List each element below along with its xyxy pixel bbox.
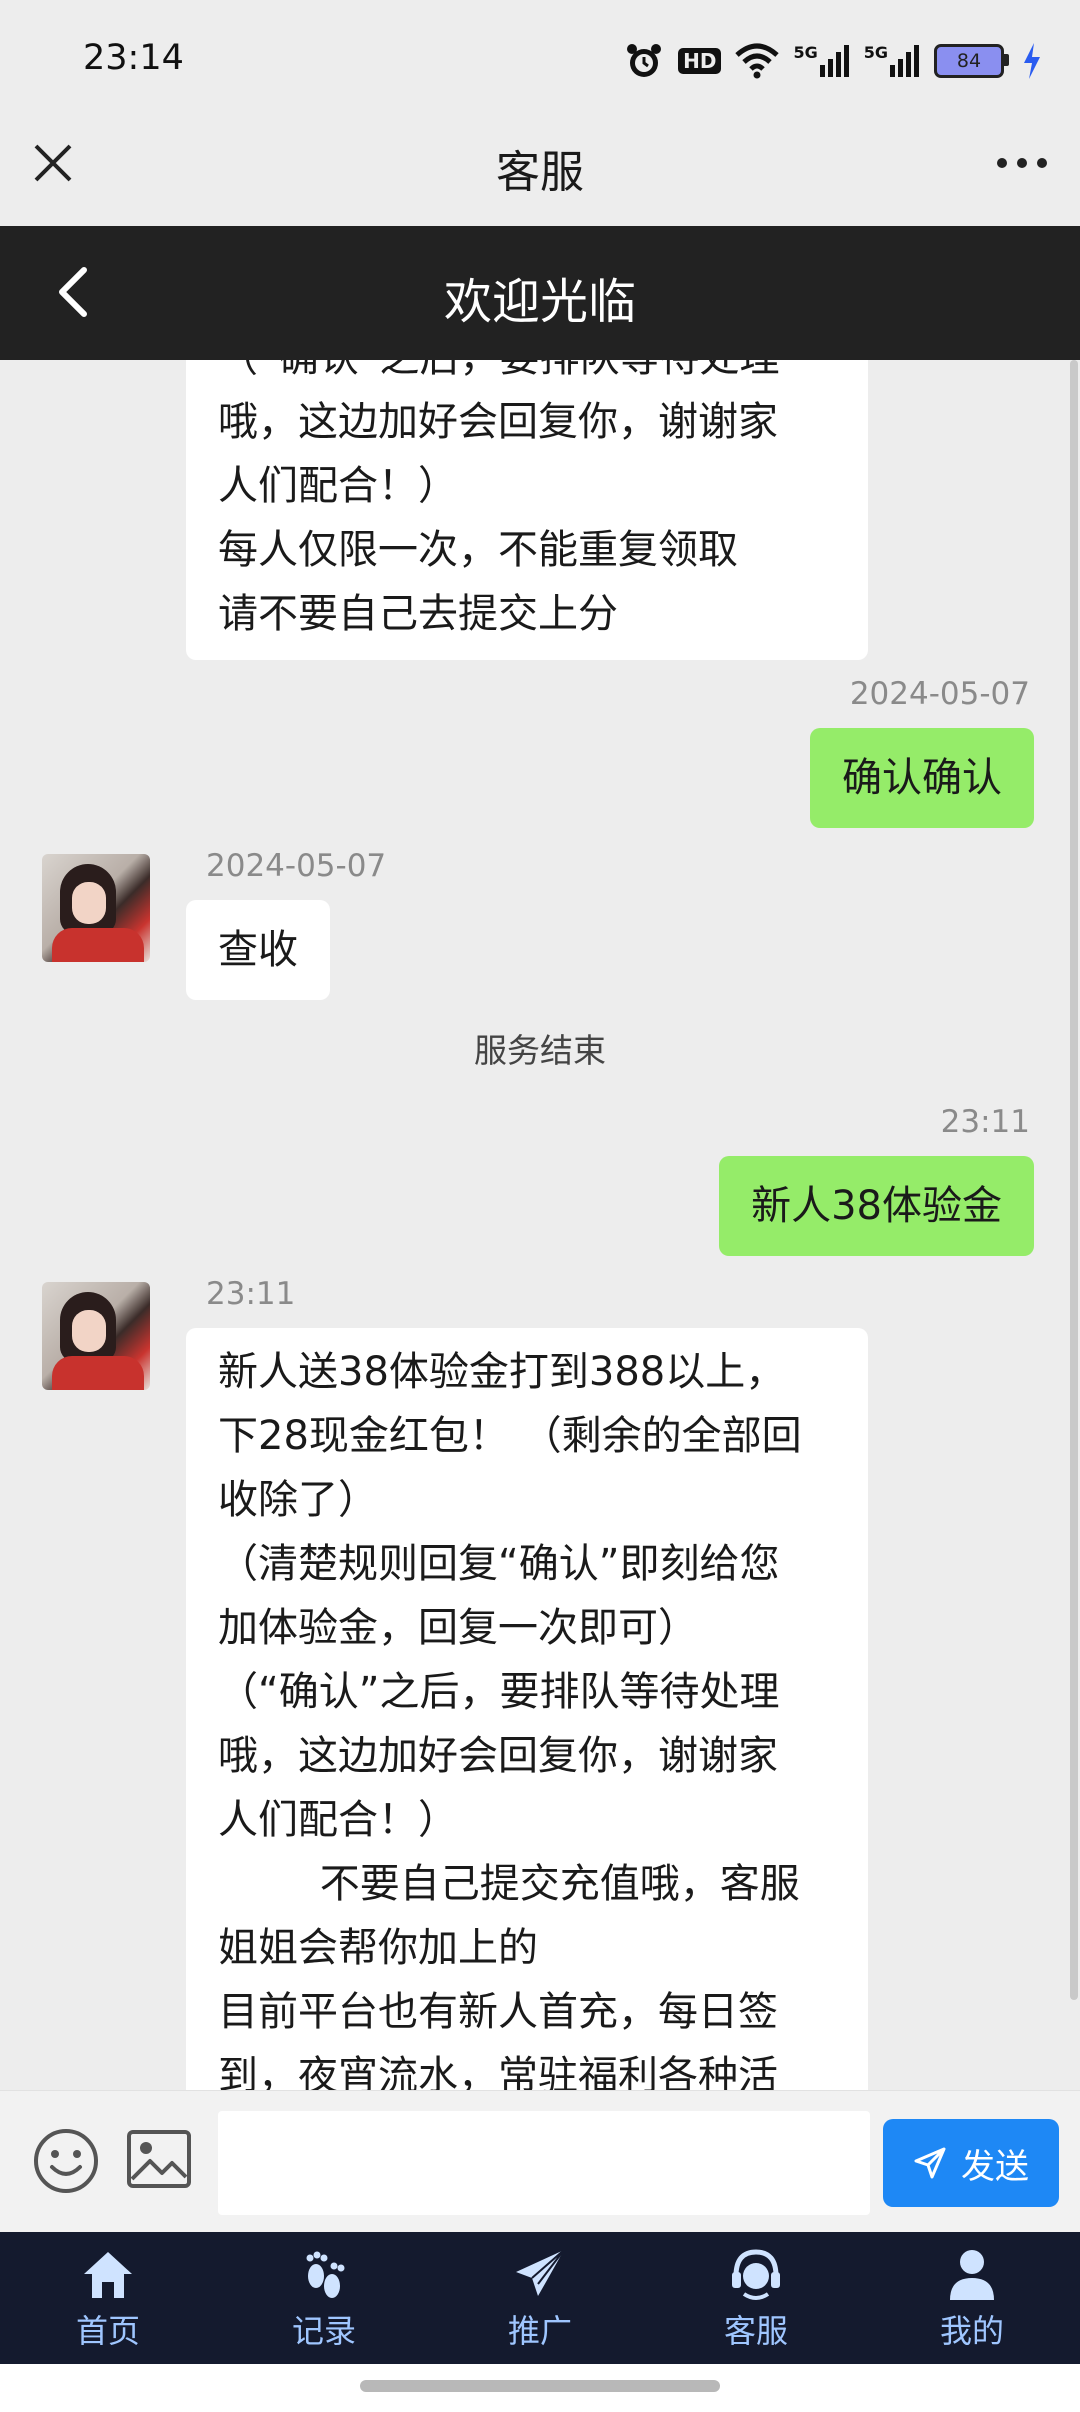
- message-timestamp: 23:11: [206, 1276, 296, 1312]
- nav-item-records[interactable]: 记录: [216, 2232, 432, 2364]
- battery-level: 84: [956, 50, 982, 72]
- chat-area[interactable]: （“确认”之后，要排队等待处理 哦，这边加好会回复你，谢谢家 人们配合！） 每人…: [0, 360, 1080, 2090]
- footprint-icon: [306, 2251, 345, 2298]
- message-text: 新人38体验金: [751, 1183, 1002, 1229]
- home-icon: [84, 2252, 132, 2298]
- message-line: 请不要自己去提交上分: [218, 591, 618, 637]
- avatar[interactable]: [42, 854, 150, 962]
- message-timestamp: 2024-05-07: [849, 676, 1030, 712]
- message-bubble-incoming: 新人送38体验金打到388以上， 下28现金红包！ （剩余的全部回 收除了） （…: [186, 1328, 868, 2090]
- nav-label: 推广: [507, 2312, 572, 2350]
- scrollbar[interactable]: [1070, 360, 1078, 2000]
- status-time: 23:14: [83, 38, 184, 78]
- message-line: 加体验金，回复一次即可）: [218, 1605, 698, 1651]
- message-line: （“确认”之后，要排队等待处理: [218, 360, 836, 390]
- message-line: 人们配合！）: [218, 1797, 458, 1843]
- app-header: 客服: [0, 120, 1080, 226]
- nav-label: 客服: [723, 2312, 788, 2350]
- input-bar: 发送: [0, 2090, 1080, 2233]
- message-line: 收除了）: [218, 1477, 378, 1523]
- message-line: （“确认”之后，要排队等待处理: [218, 1669, 780, 1715]
- nav-label: 首页: [75, 2312, 140, 2350]
- nav-label: 记录: [291, 2312, 356, 2350]
- message-input[interactable]: [218, 2111, 870, 2215]
- paper-plane-icon: [516, 2249, 565, 2296]
- message-bubble-incoming: 查收: [186, 900, 330, 1000]
- message-line: 新人送38体验金打到388以上，: [218, 1349, 786, 1395]
- send-icon: [914, 2147, 946, 2179]
- image-icon: [127, 2130, 191, 2188]
- message-bubble-outgoing: 确认确认: [810, 728, 1034, 828]
- page-title: 客服: [496, 147, 584, 198]
- system-message: 服务结束: [474, 1031, 606, 1070]
- message-line: 姐姐会帮你加上的: [218, 1925, 538, 1971]
- nav-item-service[interactable]: 客服: [648, 2232, 864, 2364]
- status-bar: 23:14 HD 5G 5G 84: [0, 0, 1080, 120]
- avatar[interactable]: [42, 1282, 150, 1390]
- battery-icon: 84: [934, 44, 1009, 78]
- send-button[interactable]: 发送: [883, 2119, 1059, 2207]
- bottom-nav: 首页 记录 推广 客服 我的: [0, 2232, 1080, 2364]
- charging-icon: [1022, 43, 1042, 79]
- message-line: 哦，这边加好会回复你，谢谢家: [218, 1733, 778, 1779]
- message-timestamp: 23:11: [940, 1104, 1030, 1140]
- message-line: 哦，这边加好会回复你，谢谢家: [218, 399, 778, 445]
- signal-1-label: 5G: [793, 43, 818, 62]
- more-options-button[interactable]: [992, 140, 1052, 186]
- message-text: 确认确认: [842, 755, 1002, 801]
- chat-header: 欢迎光临: [0, 226, 1080, 360]
- nav-item-home[interactable]: 首页: [0, 2232, 216, 2364]
- signal-icon-2: 5G: [864, 45, 920, 77]
- signal-2-label: 5G: [863, 43, 888, 62]
- image-button[interactable]: [126, 2129, 192, 2189]
- more-icon: [997, 158, 1047, 168]
- message-line: 人们配合！）: [218, 463, 458, 509]
- message-line: （清楚规则回复“确认”即刻给您: [218, 1541, 780, 1587]
- wifi-icon: [735, 43, 780, 79]
- message-line: 目前平台也有新人首充，每日签: [218, 1989, 778, 2035]
- message-line: 到，夜宵流水，常驻福利各种活: [218, 2053, 778, 2090]
- nav-item-promote[interactable]: 推广: [432, 2232, 648, 2364]
- message-bubble-outgoing: 新人38体验金: [719, 1156, 1034, 1256]
- message-bubble-incoming: （“确认”之后，要排队等待处理 哦，这边加好会回复你，谢谢家 人们配合！） 每人…: [186, 360, 868, 660]
- send-label: 发送: [961, 2146, 1029, 2187]
- signal-icon-1: 5G: [793, 45, 849, 77]
- message-line: 不要自己提交充值哦，客服: [218, 1861, 800, 1907]
- hd-icon: HD: [678, 48, 722, 74]
- home-indicator[interactable]: [360, 2380, 720, 2392]
- chat-title: 欢迎光临: [443, 274, 636, 330]
- message-timestamp: 2024-05-07: [206, 848, 387, 884]
- nav-item-mine[interactable]: 我的: [864, 2232, 1080, 2364]
- nav-label: 我的: [939, 2312, 1004, 2350]
- message-line: 每人仅限一次，不能重复领取: [218, 527, 738, 573]
- headset-icon: [732, 2249, 780, 2300]
- message-text: 查收: [218, 927, 298, 973]
- user-icon: [950, 2250, 994, 2300]
- alarm-icon: [624, 41, 664, 81]
- message-line: 下28现金红包！ （剩余的全部回: [218, 1413, 802, 1459]
- emoji-button[interactable]: [32, 2127, 100, 2195]
- status-icons: HD 5G 5G 84: [624, 36, 1042, 86]
- emoji-icon: [34, 2129, 98, 2193]
- hd-label: HD: [678, 48, 722, 74]
- gesture-bar: [0, 2364, 1080, 2412]
